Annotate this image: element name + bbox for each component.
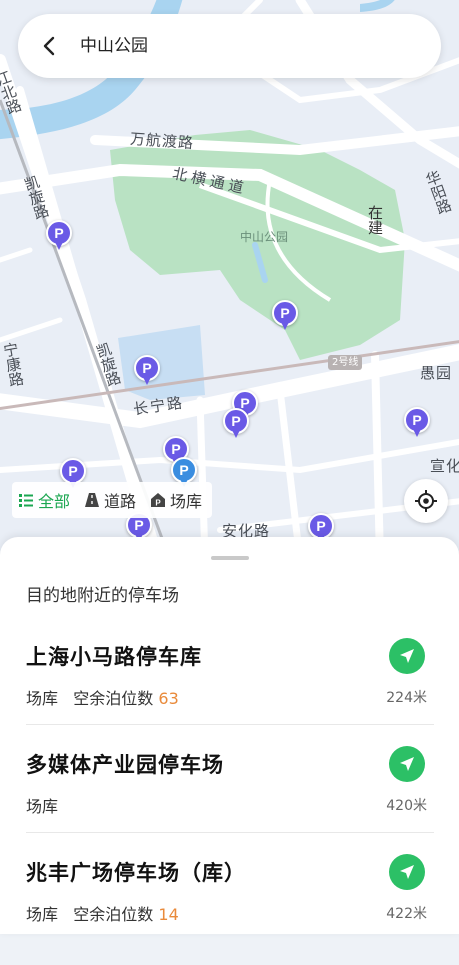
- parking-list-sheet[interactable]: 目的地附近的停车场 上海小马路停车库 场库 空余泊位数 63 224米 多媒体产…: [0, 537, 459, 934]
- navigate-arrow-icon: [400, 865, 414, 879]
- map-label-road: 万航渡路: [129, 129, 195, 153]
- metro-line-badge: 2号线: [328, 355, 363, 370]
- navigate-button[interactable]: [389, 746, 425, 782]
- filter-bar: 全部 道路 P 场库: [12, 482, 213, 518]
- locate-icon: [415, 490, 437, 512]
- parking-list-item[interactable]: 多媒体产业园停车场 场库 420米: [0, 746, 459, 857]
- spaces-label: 空余泊位数: [73, 689, 154, 708]
- map-label-construction: 在建: [366, 205, 384, 235]
- parking-type: 场库: [26, 905, 59, 924]
- parking-type: 场库: [26, 797, 59, 816]
- parking-distance: 422米: [386, 906, 427, 922]
- filter-all-label: 全部: [38, 492, 71, 511]
- search-bar[interactable]: 中山公园: [18, 14, 441, 78]
- back-arrow-icon[interactable]: [38, 34, 62, 58]
- divider: [26, 724, 434, 725]
- sheet-drag-handle[interactable]: [211, 556, 249, 560]
- divider: [26, 832, 434, 833]
- filter-garage[interactable]: P 场库: [150, 488, 202, 512]
- filter-all[interactable]: 全部: [18, 488, 70, 512]
- spaces-count: 14: [158, 905, 179, 924]
- locate-button[interactable]: [404, 479, 448, 523]
- parking-name: 多媒体产业园停车场: [26, 753, 224, 777]
- parking-info: 场库 空余泊位数 14: [26, 901, 179, 925]
- filter-road-label: 道路: [104, 492, 137, 511]
- navigate-arrow-icon: [400, 649, 414, 663]
- parking-pin[interactable]: P: [46, 220, 72, 252]
- svg-text:P: P: [155, 499, 161, 508]
- parking-pin[interactable]: P: [404, 407, 430, 439]
- spaces-count: 63: [158, 689, 179, 708]
- map-label-road: 宣化: [430, 457, 459, 475]
- parking-info: 场库 空余泊位数 63: [26, 685, 179, 709]
- parking-pin[interactable]: P: [272, 300, 298, 332]
- map-view[interactable]: 万航渡路 北横通道 中山公园 在建 华阳路 凯旋路 凯旋路 宁康路 长宁路 愚园…: [0, 0, 459, 560]
- sheet-title: 目的地附近的停车场: [26, 586, 179, 606]
- parking-distance: 224米: [386, 690, 427, 706]
- parking-list-item[interactable]: 兆丰广场停车场（库） 场库 空余泊位数 14 422米: [0, 854, 459, 965]
- parking-type: 场库: [26, 689, 59, 708]
- parking-pin[interactable]: P: [223, 408, 249, 440]
- filter-road[interactable]: 道路: [84, 488, 136, 512]
- parking-pin[interactable]: P: [134, 355, 160, 387]
- navigate-arrow-icon: [400, 757, 414, 771]
- parking-name: 兆丰广场停车场（库）: [26, 861, 246, 885]
- parking-name: 上海小马路停车库: [26, 645, 202, 669]
- spaces-label: 空余泊位数: [73, 905, 154, 924]
- map-label-road: 愚园: [420, 364, 453, 382]
- garage-icon: P: [151, 493, 166, 508]
- list-icon: [19, 494, 33, 507]
- search-query-text[interactable]: 中山公园: [80, 14, 148, 78]
- parking-distance: 420米: [386, 798, 427, 814]
- road-icon: [85, 493, 100, 507]
- navigate-button[interactable]: [389, 638, 425, 674]
- map-label-park: 中山公园: [240, 230, 289, 244]
- navigate-button[interactable]: [389, 854, 425, 890]
- parking-info: 场库: [26, 793, 58, 817]
- parking-list-item[interactable]: 上海小马路停车库 场库 空余泊位数 63 224米: [0, 638, 459, 749]
- filter-garage-label: 场库: [170, 492, 203, 511]
